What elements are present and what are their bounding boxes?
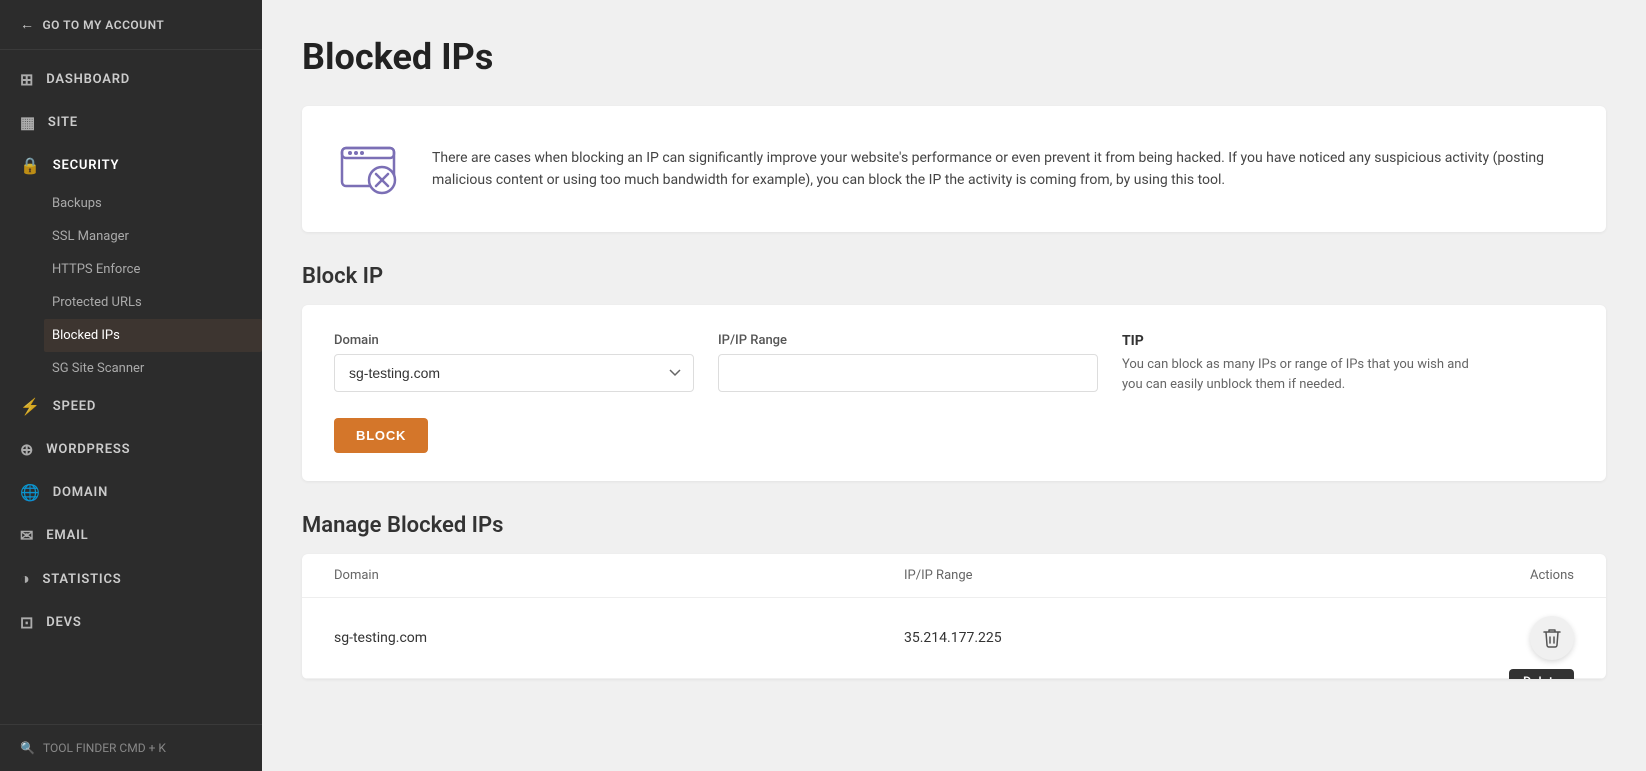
sidebar-item-label: DASHBOARD <box>46 72 130 87</box>
domain-form-group: Domain sg-testing.com <box>334 333 694 392</box>
sidebar-item-site[interactable]: ▦ SITE <box>0 101 262 144</box>
info-text: There are cases when blocking an IP can … <box>432 147 1574 192</box>
nav-section: ⊞ DASHBOARD ▦ SITE 🔒 SECURITY Backups SS… <box>0 50 262 652</box>
ip-label: IP/IP Range <box>718 333 1098 348</box>
col-header-actions: Actions <box>1474 568 1574 583</box>
sidebar-item-sg-site-scanner[interactable]: SG Site Scanner <box>52 352 262 385</box>
domain-icon: 🌐 <box>20 483 41 502</box>
sidebar-item-label: STATISTICS <box>42 572 121 587</box>
back-link[interactable]: ← GO TO MY ACCOUNT <box>20 16 242 33</box>
table-header: Domain IP/IP Range Actions <box>302 554 1606 598</box>
row-actions: Delete <box>1474 616 1574 660</box>
domain-label: Domain <box>334 333 694 348</box>
sidebar-item-security[interactable]: 🔒 SECURITY <box>0 144 262 187</box>
block-ip-form-card: Domain sg-testing.com IP/IP Range TIP Yo… <box>302 305 1606 481</box>
block-button[interactable]: BLOCK <box>334 418 428 453</box>
col-header-domain: Domain <box>334 568 904 583</box>
wordpress-icon: ⊕ <box>20 440 34 459</box>
sidebar-item-ssl-manager[interactable]: SSL Manager <box>52 220 262 253</box>
blocked-ip-icon <box>334 134 404 204</box>
ip-input[interactable] <box>718 354 1098 392</box>
sidebar-item-domain[interactable]: 🌐 DOMAIN <box>0 471 262 514</box>
sub-item-label: Blocked IPs <box>52 328 120 343</box>
sidebar-item-email[interactable]: ✉ EMAIL <box>0 514 262 557</box>
sub-item-label: SG Site Scanner <box>52 361 144 376</box>
sub-item-label: HTTPS Enforce <box>52 262 140 277</box>
sidebar-bottom: 🔍 TOOL FINDER CMD + K <box>0 724 262 771</box>
domain-select[interactable]: sg-testing.com <box>334 354 694 392</box>
tool-finder[interactable]: 🔍 TOOL FINDER CMD + K <box>20 741 242 755</box>
table-row: sg-testing.com 35.214.177.225 Delete <box>302 598 1606 679</box>
search-icon: 🔍 <box>20 741 35 755</box>
form-row: Domain sg-testing.com IP/IP Range TIP Yo… <box>334 333 1574 394</box>
sidebar-item-label: SITE <box>48 115 78 130</box>
security-icon: 🔒 <box>20 156 41 175</box>
sidebar-item-speed[interactable]: ⚡ SPEED <box>0 385 262 428</box>
tool-finder-label: TOOL FINDER CMD + K <box>43 741 166 755</box>
sidebar-item-dashboard[interactable]: ⊞ DASHBOARD <box>0 58 262 101</box>
speed-icon: ⚡ <box>20 397 41 416</box>
page-title: Blocked IPs <box>302 36 1606 78</box>
tip-text: You can block as many IPs or range of IP… <box>1122 355 1482 394</box>
dashboard-icon: ⊞ <box>20 70 34 89</box>
sidebar: ← GO TO MY ACCOUNT ⊞ DASHBOARD ▦ SITE 🔒 … <box>0 0 262 771</box>
sidebar-item-label: EMAIL <box>46 528 88 543</box>
back-arrow-icon: ← <box>20 16 35 33</box>
security-subnav: Backups SSL Manager HTTPS Enforce Protec… <box>0 187 262 385</box>
sub-item-label: Protected URLs <box>52 295 142 310</box>
sidebar-item-wordpress[interactable]: ⊕ WORDPRESS <box>0 428 262 471</box>
sidebar-item-blocked-ips[interactable]: Blocked IPs <box>44 319 262 352</box>
sidebar-item-label: WORDPRESS <box>46 442 130 457</box>
sidebar-item-backups[interactable]: Backups <box>52 187 262 220</box>
sidebar-item-label: SECURITY <box>53 158 120 173</box>
trash-icon <box>1543 628 1561 648</box>
sidebar-item-https-enforce[interactable]: HTTPS Enforce <box>52 253 262 286</box>
sidebar-item-devs[interactable]: ⊡ DEVS <box>0 601 262 644</box>
row-ip: 35.214.177.225 <box>904 630 1474 646</box>
sidebar-item-label: SPEED <box>53 399 96 414</box>
sidebar-item-label: DEVS <box>46 615 81 630</box>
blocked-ips-table: Domain IP/IP Range Actions sg-testing.co… <box>302 554 1606 679</box>
row-domain: sg-testing.com <box>334 630 904 646</box>
sidebar-item-label: DOMAIN <box>53 485 108 500</box>
info-card: There are cases when blocking an IP can … <box>302 106 1606 232</box>
sidebar-top: ← GO TO MY ACCOUNT <box>0 0 262 50</box>
delete-tooltip: Delete <box>1509 669 1574 679</box>
devs-icon: ⊡ <box>20 613 34 632</box>
tip-label: TIP <box>1122 333 1482 349</box>
site-icon: ▦ <box>20 113 36 132</box>
delete-button-wrap: Delete <box>1530 616 1574 660</box>
sub-item-label: Backups <box>52 196 102 211</box>
manage-section-title: Manage Blocked IPs <box>302 513 1606 538</box>
sidebar-item-statistics[interactable]: ◑ STATISTICS <box>0 557 262 601</box>
tip-box: TIP You can block as many IPs or range o… <box>1122 333 1482 394</box>
email-icon: ✉ <box>20 526 34 545</box>
delete-button[interactable] <box>1530 616 1574 660</box>
statistics-icon: ◑ <box>20 569 30 589</box>
block-ip-section-title: Block IP <box>302 264 1606 289</box>
ip-form-group: IP/IP Range <box>718 333 1098 392</box>
sidebar-item-protected-urls[interactable]: Protected URLs <box>52 286 262 319</box>
back-label: GO TO MY ACCOUNT <box>43 18 165 32</box>
main-content: Blocked IPs There are cases when blockin… <box>262 0 1646 771</box>
sub-item-label: SSL Manager <box>52 229 129 244</box>
col-header-ip: IP/IP Range <box>904 568 1474 583</box>
